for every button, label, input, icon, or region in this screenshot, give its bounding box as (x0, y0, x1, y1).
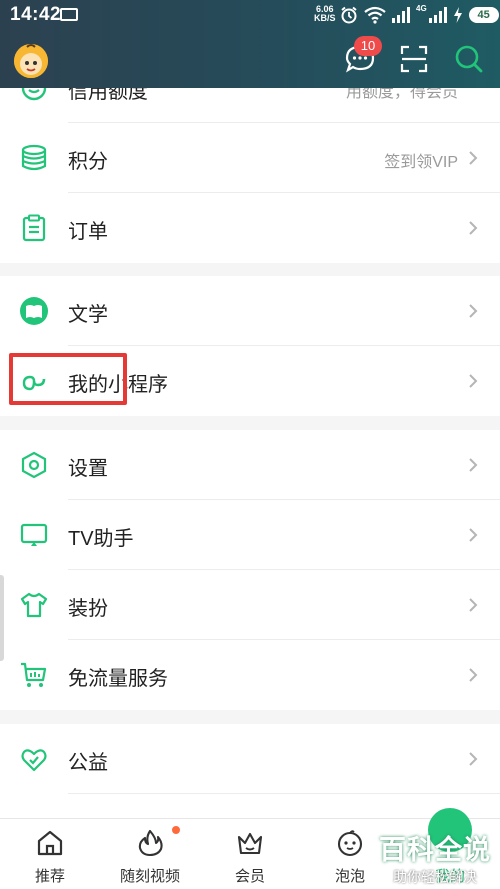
message-badge: 10 (354, 36, 382, 56)
tshirt-icon (20, 592, 48, 618)
home-icon (37, 830, 63, 856)
heart-hand-icon (21, 749, 47, 772)
menu-label-freeflow: 免流量服务 (68, 668, 168, 690)
battery-indicator: 45 (468, 7, 499, 23)
tab-home[interactable]: 推荐 (0, 819, 100, 889)
tab-video[interactable]: 随刻视频 (100, 819, 200, 889)
chevron-right-icon (469, 598, 478, 612)
avatar-cartoon-icon (14, 44, 48, 78)
settings-list[interactable]: 信用额度 用额度，得会员 积分 签到领VIP 订单 文学 我的小程序 设置 TV… (0, 88, 500, 818)
menu-item-freeflow[interactable]: 免流量服务 (0, 640, 500, 710)
chevron-right-icon (469, 221, 478, 235)
menu-item-credit[interactable]: 信用额度 用额度，得会员 (0, 88, 500, 123)
chevron-right-icon (469, 668, 478, 682)
wifi-icon (364, 6, 386, 24)
menu-item-partial[interactable] (0, 794, 500, 818)
network-speed-unit: KB/S (314, 13, 336, 23)
settings-highlight-box (9, 353, 127, 405)
alarm-icon (341, 6, 357, 24)
video-notification-dot (172, 826, 180, 834)
tab-vip[interactable]: 会员 (200, 819, 300, 889)
flame-icon (138, 829, 163, 857)
book-icon (20, 297, 48, 325)
menu-label-credit: 信用额度 (68, 88, 148, 103)
top-bar: 14:42 6.06 KB/S 4G 45 10 (0, 0, 500, 88)
chevron-right-icon (469, 752, 478, 766)
notification-icon (60, 8, 78, 21)
chevron-right-icon (469, 528, 478, 542)
menu-extra-credit: 用额度，得会员 (345, 88, 458, 101)
crown-icon (237, 832, 263, 855)
search-icon[interactable] (452, 42, 486, 76)
chevron-right-icon (469, 374, 478, 388)
signal-icon (392, 7, 410, 23)
status-time: 14:42 (10, 4, 62, 25)
network-speed: 6.06 KB/S (314, 5, 336, 23)
menu-label-settings: 设置 (68, 458, 108, 480)
avatar[interactable] (14, 44, 48, 78)
tv-icon (20, 523, 48, 546)
menu-item-dressup[interactable]: 装扮 (0, 570, 500, 640)
tab-label-vip: 会员 (234, 868, 265, 885)
tab-label-home: 推荐 (34, 868, 65, 885)
menu-label-points: 积分 (68, 151, 108, 173)
menu-label-dressup: 装扮 (68, 598, 108, 620)
chevron-right-icon (469, 151, 478, 165)
coin-stack-icon (21, 144, 47, 171)
menu-item-tv[interactable]: TV助手 (0, 500, 500, 570)
clipboard-icon (22, 214, 46, 242)
menu-extra-points: 签到领VIP (384, 154, 458, 171)
watermark: 百科全说 助你轻松解决 (374, 828, 496, 885)
settings-hexagon-icon (21, 451, 47, 479)
menu-item-settings[interactable]: 设置 (0, 430, 500, 500)
menu-item-orders[interactable]: 订单 (0, 193, 500, 263)
chevron-right-icon (469, 458, 478, 472)
app-header: 10 (0, 30, 500, 88)
status-icons: 4G 45 (340, 4, 499, 26)
watermark-title: 百科全说 (379, 835, 491, 865)
chevron-right-icon (469, 304, 478, 318)
menu-item-charity[interactable]: 公益 (0, 724, 500, 794)
menu-label-orders: 订单 (68, 221, 108, 243)
status-bar: 14:42 6.06 KB/S 4G 45 (0, 0, 500, 30)
shopping-cart-icon (21, 662, 47, 687)
menu-item-literature[interactable]: 文学 (0, 276, 500, 346)
network-type: 4G (416, 4, 427, 13)
menu-label-literature: 文学 (68, 304, 108, 326)
menu-label-charity: 公益 (68, 752, 108, 774)
tab-label-video: 随刻视频 (119, 868, 180, 885)
menu-label-tv: TV助手 (68, 528, 134, 550)
signal-icon-2 (428, 7, 447, 23)
scan-icon[interactable] (397, 42, 431, 76)
bubble-face-icon (337, 830, 363, 857)
charging-icon (453, 7, 462, 23)
credit-icon (21, 88, 47, 101)
watermark-subtitle: 助你轻松解决 (393, 869, 477, 885)
menu-item-points[interactable]: 积分 签到领VIP (0, 123, 500, 193)
edge-drag-handle[interactable] (0, 575, 4, 661)
